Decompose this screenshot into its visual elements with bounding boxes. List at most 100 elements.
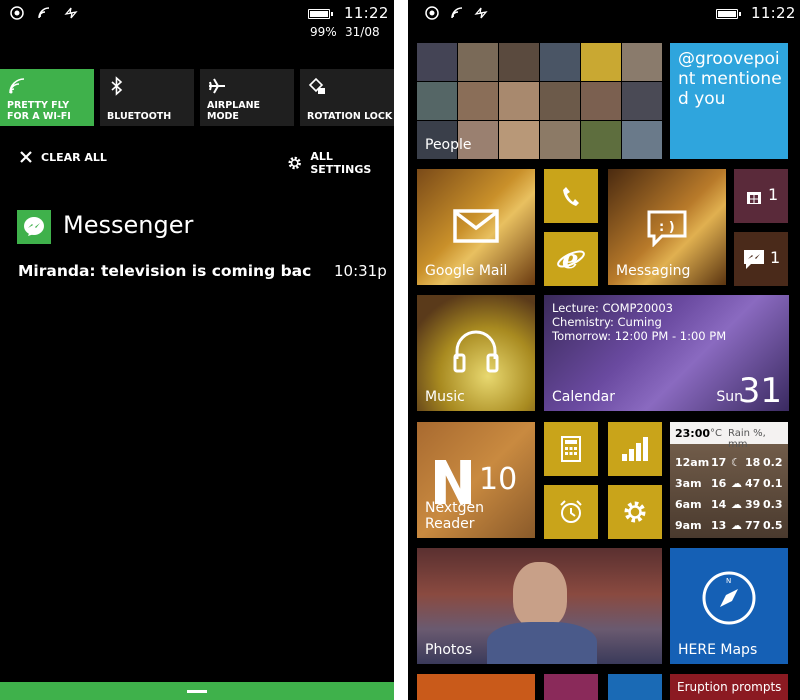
weather-rain: 18	[745, 456, 761, 469]
wifi-status-icon	[451, 7, 463, 19]
moon-icon: ☾	[731, 456, 741, 469]
rotation-lock-icon	[308, 77, 325, 94]
airplane-icon	[209, 78, 225, 94]
rain-cloud-icon: ☁	[731, 498, 742, 511]
weather-tile[interactable]: 23:00 °C Rain %, mm 12am 17 ☾ 18 0.2 3am 16 ☁ 4…	[670, 422, 788, 538]
weather-rain: 77	[745, 519, 761, 532]
onenote-tile[interactable]	[544, 674, 598, 700]
store-tile[interactable]: 1	[734, 169, 788, 223]
gear-icon	[624, 501, 646, 523]
photos-tile[interactable]: Photos	[417, 548, 662, 664]
messenger-icon	[744, 250, 764, 269]
quick-action-label: PRETTY FLY FOR A WI-FI	[7, 100, 71, 122]
onedrive-tile[interactable]	[608, 674, 662, 700]
twitter-mention-text: @groovepoint mentioned you	[678, 49, 782, 109]
twitter-tile[interactable]: @groovepoint mentioned you	[670, 43, 788, 159]
weather-time: 23:00	[675, 427, 711, 440]
clear-all-button[interactable]: CLEAR ALL	[19, 150, 107, 164]
quick-action-rotation-lock[interactable]: ROTATION LOCK	[300, 69, 394, 126]
google-mail-tile[interactable]: Google Mail	[417, 169, 535, 285]
rain-cloud-icon: ☁	[731, 477, 742, 490]
quick-action-wifi[interactable]: PRETTY FLY FOR A WI-FI	[0, 69, 94, 126]
rain-cloud-icon: ☁	[731, 519, 742, 532]
data-connection-icon	[474, 7, 488, 19]
calendar-label: Calendar	[552, 389, 615, 405]
people-tile[interactable]: People	[417, 43, 662, 159]
calculator-icon	[561, 436, 581, 462]
signal-strength-tile[interactable]	[608, 422, 662, 476]
alarm-clock-icon	[560, 500, 582, 523]
eruption-tile[interactable]: Eruption prompts	[670, 674, 788, 700]
wifi-icon	[9, 78, 25, 94]
weather-mm: 0.1	[763, 477, 783, 490]
close-icon	[20, 151, 32, 163]
weather-unit: °C	[710, 428, 722, 439]
google-mail-label: Google Mail	[425, 263, 508, 279]
weather-temp: 16	[711, 477, 727, 490]
weather-hour: 9am	[675, 519, 702, 532]
quick-action-label: ROTATION LOCK	[307, 111, 393, 122]
weather-rows: 12am 17 ☾ 18 0.2 3am 16 ☁ 47 0.1 6am 14 ☁ 39 0.3 9am…	[675, 452, 784, 536]
weather-row: 6am 14 ☁ 39 0.3	[675, 494, 784, 515]
messenger-tile[interactable]: 1	[734, 232, 788, 286]
status-bar: 11:22	[408, 0, 800, 44]
all-settings-button[interactable]: ALL SETTINGS	[287, 150, 394, 176]
nextgen-reader-tile[interactable]: 10 Nextgen Reader	[417, 422, 535, 538]
battery-percent: 99%	[310, 25, 337, 39]
partial-tile[interactable]	[417, 674, 535, 700]
headphones-icon	[453, 330, 499, 373]
music-tile[interactable]: Music	[417, 295, 535, 411]
calendar-events: Lecture: COMP20003 Chemistry: Cuming Tom…	[552, 301, 726, 343]
weather-rain-header: Rain %, mm	[728, 428, 766, 450]
phone-icon	[563, 187, 579, 206]
internet-explorer-tile[interactable]: e	[544, 232, 598, 286]
status-date: 31/08	[345, 25, 380, 39]
weather-temp: 13	[711, 519, 727, 532]
quick-action-airplane[interactable]: AIRPLANE MODE	[200, 69, 294, 126]
compass-icon: N	[702, 571, 756, 625]
calendar-event: Chemistry: Cuming	[552, 315, 662, 329]
signal-icon	[10, 6, 24, 20]
action-center-handle[interactable]	[0, 682, 394, 700]
here-maps-tile[interactable]: N HERE Maps	[670, 548, 788, 664]
bluetooth-icon	[111, 76, 123, 96]
messenger-icon	[24, 217, 44, 236]
action-center-screen: 11:22 99% 31/08 PRETTY FLY FOR A WI-FI B…	[0, 0, 394, 700]
weather-mm: 0.2	[763, 456, 783, 469]
settings-tile[interactable]	[608, 485, 662, 539]
gear-icon	[288, 156, 301, 170]
phone-tile[interactable]	[544, 169, 598, 223]
messaging-icon: : )	[647, 210, 687, 247]
internet-explorer-icon: e	[557, 245, 585, 274]
store-icon	[747, 192, 761, 204]
status-time: 11:22	[751, 4, 796, 22]
quick-action-bluetooth[interactable]: BLUETOOTH	[100, 69, 194, 126]
weather-rain: 39	[745, 498, 761, 511]
weather-row: 12am 17 ☾ 18 0.2	[675, 452, 784, 473]
weather-mm: 0.3	[763, 498, 783, 511]
calendar-tile[interactable]: Lecture: COMP20003 Chemistry: Cuming Tom…	[544, 295, 789, 411]
weather-hour: 3am	[675, 477, 702, 490]
calendar-event: Lecture: COMP20003	[552, 301, 674, 315]
weather-hour: 12am	[675, 456, 710, 469]
mail-icon	[453, 209, 499, 243]
weather-hour: 6am	[675, 498, 702, 511]
quick-action-label: AIRPLANE MODE	[207, 100, 261, 122]
signal-icon	[425, 6, 439, 20]
here-maps-label: HERE Maps	[678, 642, 758, 658]
messaging-tile[interactable]: : ) Messaging	[608, 169, 726, 285]
clear-all-label: CLEAR ALL	[41, 150, 107, 164]
quick-action-label: BLUETOOTH	[107, 111, 172, 122]
calculator-tile[interactable]	[544, 422, 598, 476]
nextgen-reader-label: Nextgen Reader	[425, 500, 484, 532]
messenger-app-icon[interactable]	[17, 210, 51, 244]
notification-text[interactable]: Miranda: television is coming back ne	[18, 262, 312, 280]
svg-text:N: N	[726, 577, 731, 585]
svg-text:: ): : )	[659, 220, 675, 235]
all-settings-label: ALL SETTINGS	[310, 150, 372, 176]
alarms-tile[interactable]	[544, 485, 598, 539]
svg-text:e: e	[562, 245, 579, 274]
data-connection-icon	[64, 7, 78, 19]
wifi-status-icon	[38, 7, 50, 19]
battery-icon	[716, 9, 741, 19]
